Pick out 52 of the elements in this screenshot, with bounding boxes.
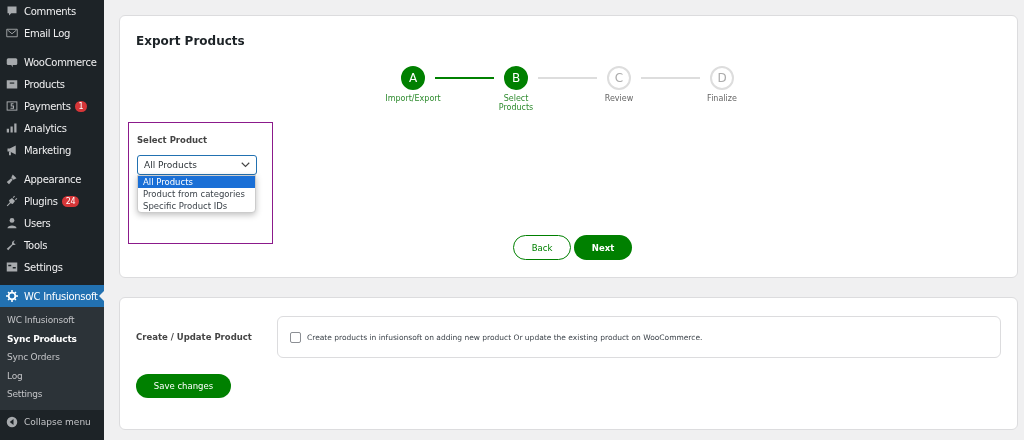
menu-label: Users: [24, 217, 51, 229]
count-badge: 24: [61, 195, 80, 207]
menu-item[interactable]: Products: [0, 73, 104, 95]
step-label: Review: [603, 94, 635, 103]
step-circle: A: [401, 66, 425, 90]
card-title: Export Products: [136, 34, 246, 48]
menu-label: WooCommerce: [24, 56, 97, 68]
step-circle: D: [710, 66, 734, 90]
setting-label: Create / Update Product: [136, 332, 253, 342]
menu-item[interactable]: Users: [0, 212, 104, 234]
count-badge: 1: [74, 100, 88, 112]
menu-label: WC Infusionsoft: [24, 290, 98, 302]
next-button[interactable]: Next: [574, 235, 632, 260]
submenu-item[interactable]: Sync Products: [0, 329, 104, 348]
menu-item[interactable]: Analytics: [0, 117, 104, 139]
menu-item[interactable]: Comments: [0, 0, 104, 22]
collapse-menu-button[interactable]: Collapse menu: [0, 409, 104, 434]
menu-item[interactable]: Plugins 24: [0, 190, 104, 212]
dropdown-option[interactable]: Specific Product IDs: [138, 200, 255, 212]
menu-item[interactable]: WC Infusionsoft: [0, 285, 104, 307]
menu-label: Settings: [24, 261, 63, 273]
submenu-item[interactable]: Sync Orders: [0, 348, 104, 367]
menu-label: Plugins: [24, 195, 58, 207]
menu-label: Appearance: [24, 173, 82, 185]
menu-label: Payments: [24, 100, 71, 112]
menu-item[interactable]: WooCommerce: [0, 51, 104, 73]
menu-item[interactable]: Settings: [0, 256, 104, 278]
product-select[interactable]: All Products: [137, 155, 257, 175]
menu-item[interactable]: Marketing: [0, 139, 104, 161]
step-label: Finalize: [706, 94, 738, 103]
submenu-item[interactable]: WC Infusionsoft: [0, 311, 104, 330]
menu-item[interactable]: Payments 1: [0, 95, 104, 117]
save-changes-button[interactable]: Save changes: [136, 374, 231, 398]
menu-item[interactable]: Appearance: [0, 168, 104, 190]
menu-label: Comments: [24, 5, 76, 17]
menu-label: Email Log: [24, 27, 71, 39]
menu-label: Tools: [24, 239, 48, 251]
submenu-item[interactable]: Log: [0, 366, 104, 385]
menu-label: Products: [24, 78, 65, 90]
menu-item[interactable]: Email Log: [0, 22, 104, 44]
back-button[interactable]: Back: [513, 235, 571, 260]
dropdown-option[interactable]: Product from categories: [138, 188, 255, 200]
dropdown-option[interactable]: All Products: [138, 176, 255, 188]
submenu-item[interactable]: Settings: [0, 385, 104, 404]
step-circle: C: [607, 66, 631, 90]
step-label: Select Products: [497, 94, 535, 112]
menu-label: Marketing: [24, 144, 72, 156]
field-label: Select Product: [137, 135, 209, 145]
menu-item[interactable]: Tools: [0, 234, 104, 256]
step-label: Import/Export: [384, 94, 442, 103]
menu-label: Analytics: [24, 122, 67, 134]
step-circle: B: [504, 66, 528, 90]
